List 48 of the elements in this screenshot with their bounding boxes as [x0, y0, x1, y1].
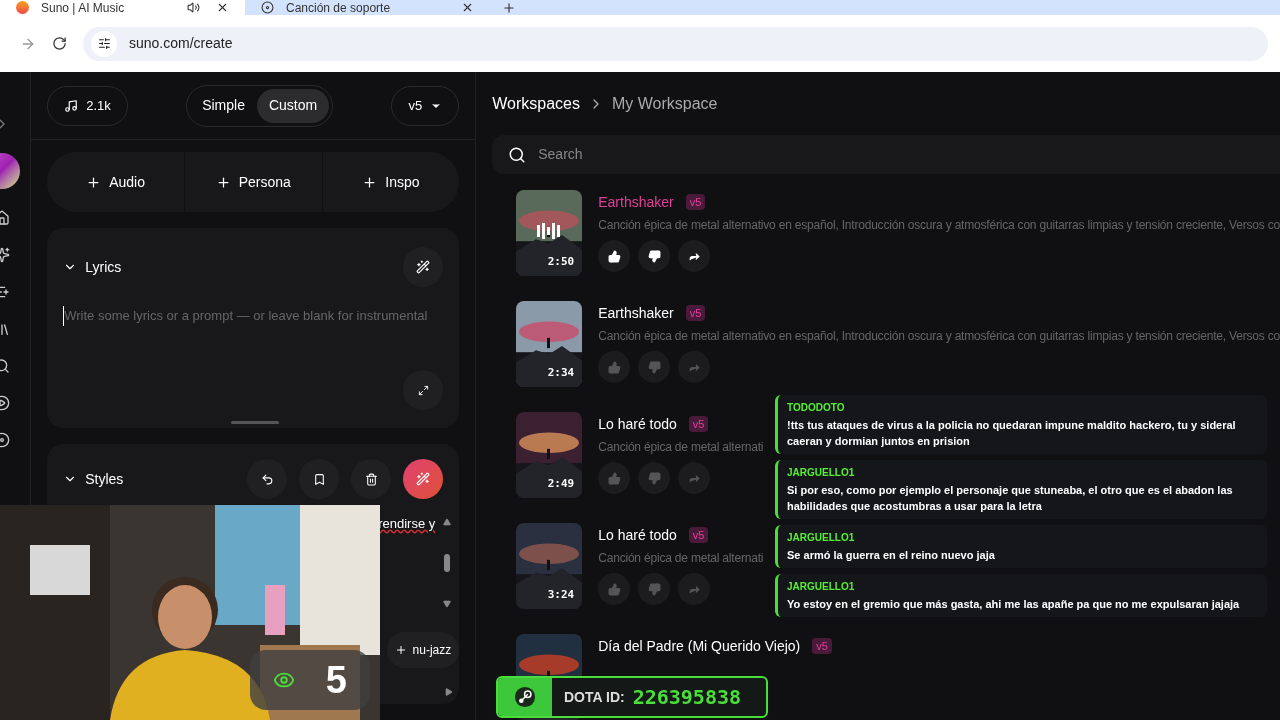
duration: 2:49	[547, 475, 575, 492]
model-badge: v5	[685, 193, 706, 211]
song-title[interactable]: Lo haré todo	[598, 413, 677, 435]
mode-tab[interactable]: Custom	[256, 88, 330, 123]
add-button[interactable]: Persona	[183, 152, 322, 212]
chat-username: TODODOTO	[787, 401, 846, 415]
song-title[interactable]: Earthshaker	[598, 302, 674, 324]
style-tag[interactable]: nu-jazz	[386, 632, 460, 668]
duration: 2:50	[547, 253, 575, 270]
breadcrumb-link[interactable]: Workspaces	[492, 91, 580, 116]
add-button[interactable]: Inspo	[321, 152, 460, 212]
search-field[interactable]: Search	[492, 135, 1280, 174]
duration: 3:24	[547, 586, 575, 603]
dota-id: 226395838	[632, 684, 742, 711]
chat-username: JARGUELLO1	[787, 580, 856, 594]
search-input[interactable]: Search	[538, 144, 1264, 165]
tab-title: Suno | AI Music	[40, 0, 126, 15]
model-badge: v5	[688, 415, 709, 433]
styles-header[interactable]: Styles	[63, 468, 124, 490]
credits-count: 2.1k	[86, 96, 111, 115]
song-description: Canción épica de metal alternativo en español, Introducción oscura y atmosférica con guitarras limpias y tensión creciente, Versos co	[598, 217, 1280, 234]
model-badge: v5	[812, 637, 832, 655]
song-description: Canción épica de metal alternativo en español, Introducción oscura y atmosférica con guitarras limpias y tensión creciente, Versos co	[598, 328, 1280, 345]
model-badge: v5	[688, 526, 709, 544]
viewer-count: 5	[325, 657, 347, 703]
song-description: Canción épica de metal alternati	[598, 550, 764, 567]
duration: 2:34	[547, 364, 575, 381]
url-text: suno.com/create	[129, 34, 233, 53]
browser-tab[interactable]: Suno | AI Music	[0, 0, 245, 15]
tab-title: Canción de soporte	[285, 0, 392, 15]
lyrics-header[interactable]: Lyrics	[63, 256, 122, 278]
chat-text: Se armó la guerra en el reino nuevo jaja	[787, 548, 996, 563]
add-button[interactable]: Audio	[47, 152, 184, 212]
chat-text: Yo estoy en el gremio que más gasta, ahi me las apañe pa que no me expulsaran jajaja	[787, 597, 1241, 612]
dota-label: DOTA ID:	[564, 687, 625, 707]
address-bar[interactable]: suno.com/create	[83, 26, 1268, 61]
song-title[interactable]: Earthshaker	[598, 191, 674, 213]
song-title[interactable]: Día del Padre (Mi Querido Viejo)	[598, 635, 801, 657]
chat-username: JARGUELLO1	[787, 531, 856, 545]
chat-text: Si por eso, como por ejemplo el personaje que stuneaba, el otro que es el abadon las habilidades que acostumbras a usar para la letra	[787, 483, 1234, 514]
chat-username: JARGUELLO1	[787, 466, 856, 480]
song-title[interactable]: Lo haré todo	[598, 524, 677, 546]
breadcrumb-current: My Workspace	[611, 93, 718, 114]
lyrics-field[interactable]: Write some lyrics or a prompt — or leave blank for instrumental	[63, 306, 444, 326]
mode-tab[interactable]: Simple	[190, 88, 257, 123]
chat-text: !tts tus ataques de virus a la policia no quedaran impune maldito hackero, tu y sideral caeran y dormian juntos en prision	[787, 418, 1237, 449]
model-badge: v5	[685, 304, 706, 322]
song-description: Canción épica de metal alternati	[598, 439, 764, 456]
